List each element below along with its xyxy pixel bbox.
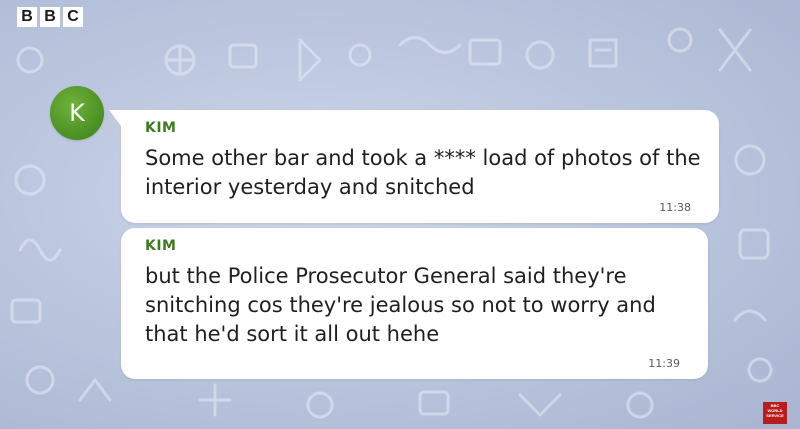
bbc-logo-letter: B xyxy=(17,7,37,27)
ws-logo-line: SERVICE xyxy=(766,413,784,418)
message-text: Some other bar and took a **** load of p… xyxy=(145,146,701,199)
message-sender: KIM xyxy=(145,120,177,136)
message-timestamp: 11:38 xyxy=(659,201,691,214)
bbc-logo-letter: B xyxy=(40,7,60,27)
message-timestamp: 11:39 xyxy=(648,357,680,370)
message-bubble[interactable]: KIM Some other bar and took a **** load … xyxy=(109,110,719,223)
avatar-initial: K xyxy=(69,99,85,127)
bbc-logo: B B C xyxy=(17,7,83,27)
message-bubble[interactable]: KIM but the Police Prosecutor General sa… xyxy=(121,228,708,379)
bbc-world-service-logo: BBC WORLD SERVICE xyxy=(763,402,787,424)
message-text: but the Police Prosecutor General said t… xyxy=(145,264,656,346)
contact-avatar[interactable]: K xyxy=(50,86,104,140)
bbc-logo-letter: C xyxy=(63,7,83,27)
message-sender: KIM xyxy=(145,238,177,254)
